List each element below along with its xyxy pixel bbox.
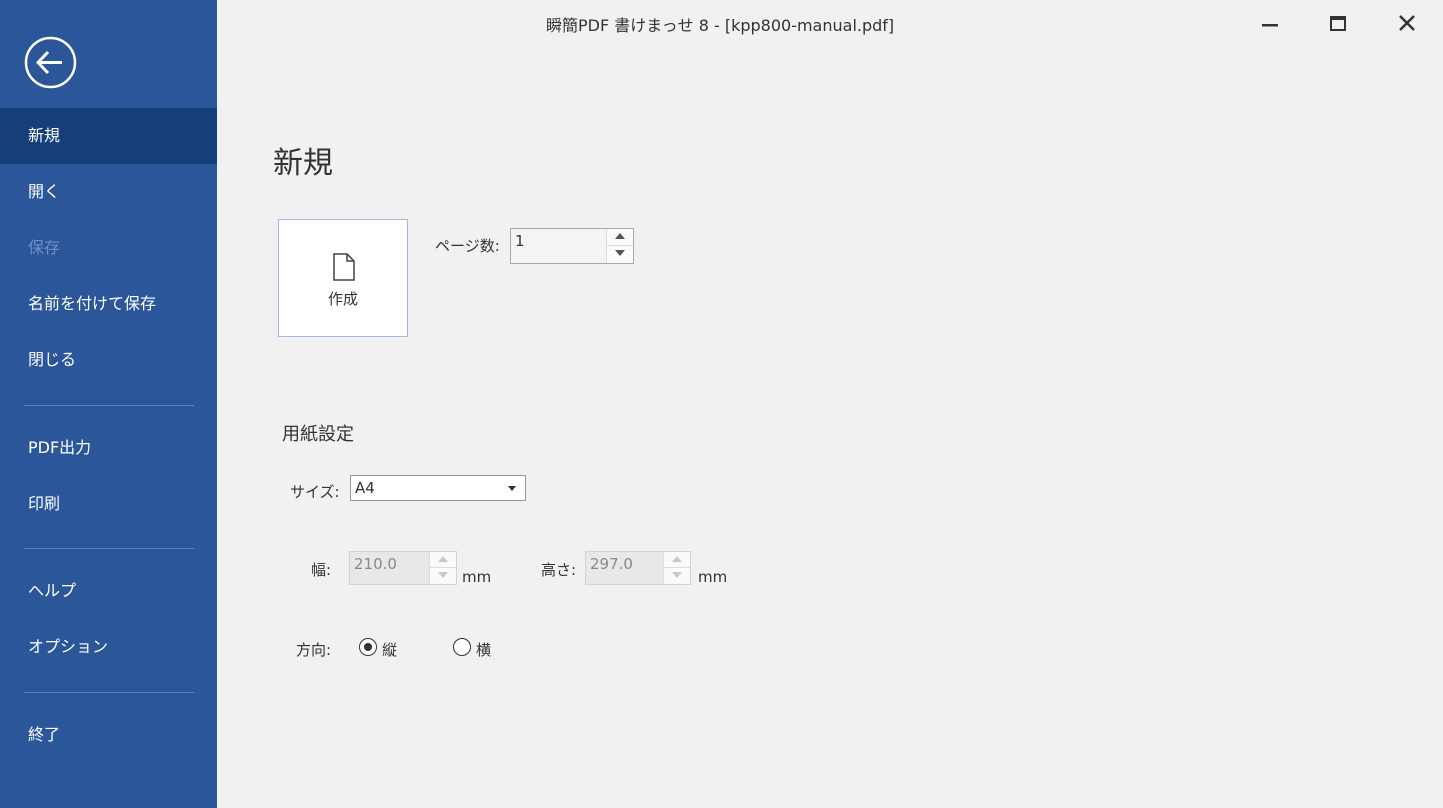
- increment-button[interactable]: [607, 229, 633, 246]
- size-label: サイズ:: [290, 483, 340, 501]
- width-stepper: 210.0: [349, 551, 457, 585]
- back-button[interactable]: [24, 36, 77, 89]
- portrait-radio[interactable]: [359, 638, 377, 656]
- page-count-stepper[interactable]: 1: [510, 228, 634, 264]
- width-label: 幅:: [311, 561, 332, 579]
- landscape-radio[interactable]: [453, 638, 471, 656]
- nav-print[interactable]: 印刷: [0, 476, 217, 532]
- nav-close[interactable]: 閉じる: [0, 332, 217, 388]
- chevron-down-icon: [615, 250, 625, 256]
- increment-button: [664, 552, 690, 568]
- portrait-label[interactable]: 縦: [382, 639, 397, 660]
- maximize-button[interactable]: [1323, 10, 1353, 38]
- chevron-down-icon: [508, 486, 516, 491]
- landscape-label[interactable]: 横: [476, 639, 491, 660]
- nav-pdf-export[interactable]: PDF出力: [0, 420, 217, 476]
- chevron-down-icon: [438, 572, 448, 578]
- minimize-icon: [1262, 24, 1278, 27]
- paper-size-select[interactable]: A4: [350, 475, 526, 501]
- window-title: 瞬簡PDF 書けまっせ 8 - [kpp800-manual.pdf]: [546, 16, 895, 35]
- radio-selected-dot: [364, 643, 372, 651]
- nav-open[interactable]: 開く: [0, 164, 217, 220]
- decrement-button: [430, 568, 456, 584]
- height-unit: mm: [698, 568, 728, 586]
- backstage-sidebar: 新規 開く 保存 名前を付けて保存 閉じる PDF出力 印刷 ヘルプ オプション…: [0, 0, 217, 808]
- nav-exit[interactable]: 終了: [0, 707, 217, 763]
- nav-save-as[interactable]: 名前を付けて保存: [0, 276, 217, 332]
- create-button-label: 作成: [327, 290, 358, 308]
- page-title: 新規: [273, 146, 333, 181]
- nav-separator: [24, 548, 194, 549]
- chevron-up-icon: [615, 233, 625, 239]
- chevron-up-icon: [672, 556, 682, 562]
- height-stepper: 297.0: [585, 551, 691, 585]
- back-arrow-icon: [24, 36, 77, 89]
- nav-new[interactable]: 新規: [0, 108, 217, 164]
- document-icon: [333, 253, 355, 281]
- width-unit: mm: [462, 568, 492, 586]
- height-value: 297.0: [590, 555, 633, 573]
- orientation-label: 方向:: [296, 641, 332, 659]
- paper-size-value: A4: [355, 479, 375, 497]
- page-count-value[interactable]: 1: [515, 232, 525, 250]
- nav-save: 保存: [28, 238, 61, 257]
- stepper-arrows: [663, 552, 690, 584]
- chevron-up-icon: [438, 556, 448, 562]
- close-icon: [1399, 15, 1415, 31]
- minimize-button[interactable]: [1255, 10, 1285, 38]
- dropdown-button[interactable]: [499, 476, 525, 500]
- nav-help[interactable]: ヘルプ: [0, 563, 217, 619]
- paper-settings-heading: 用紙設定: [282, 424, 354, 445]
- decrement-button: [664, 568, 690, 584]
- nav-separator: [24, 405, 194, 406]
- create-button[interactable]: 作成: [278, 219, 408, 337]
- chevron-down-icon: [672, 572, 682, 578]
- maximize-icon: [1330, 16, 1346, 31]
- nav-options[interactable]: オプション: [0, 619, 217, 675]
- stepper-arrows: [606, 229, 633, 263]
- width-value: 210.0: [354, 555, 397, 573]
- close-button[interactable]: [1392, 10, 1422, 38]
- page-count-label: ページ数:: [435, 237, 500, 255]
- increment-button: [430, 552, 456, 568]
- stepper-arrows: [429, 552, 456, 584]
- decrement-button[interactable]: [607, 246, 633, 263]
- nav-separator: [24, 692, 194, 693]
- height-label: 高さ:: [541, 561, 577, 579]
